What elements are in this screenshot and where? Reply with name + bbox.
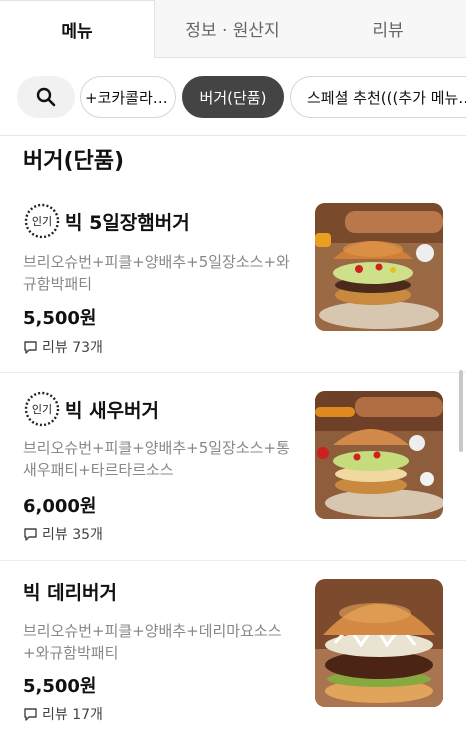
item-review-count[interactable]: 리뷰 17개 <box>23 704 103 724</box>
review-label: 리뷰 73개 <box>42 340 103 356</box>
comment-icon <box>24 340 37 354</box>
item-review-count[interactable]: 리뷰 73개 <box>23 337 103 357</box>
popular-badge-icon: 인기 <box>24 391 60 427</box>
tab-menu[interactable]: 메뉴 <box>0 0 155 58</box>
item-divider <box>0 372 466 373</box>
item-name: 빅 5일장햄버거 <box>65 211 190 234</box>
item-price: 6,000원 <box>23 496 97 517</box>
tab-reviews[interactable]: 리뷰 <box>310 0 466 58</box>
item-name: 빅 데리버거 <box>23 582 118 604</box>
search-button[interactable] <box>17 76 75 118</box>
item-photo[interactable] <box>315 579 443 707</box>
popular-badge-icon: 인기 <box>24 203 60 239</box>
item-photo[interactable] <box>315 203 443 331</box>
chip-cocacola[interactable]: +코카콜라… <box>80 76 176 118</box>
comment-icon <box>24 527 37 541</box>
item-description: 브리오슈번+피클+양배추+5일장소스+와규함박패티 <box>23 253 290 293</box>
search-icon <box>36 87 56 107</box>
item-review-count[interactable]: 리뷰 35개 <box>23 524 103 544</box>
menu-tabs: 메뉴 정보 · 원산지 리뷰 <box>0 0 466 58</box>
item-photo[interactable] <box>315 391 443 519</box>
item-divider <box>0 560 466 561</box>
svg-text:인기: 인기 <box>32 403 52 416</box>
scrollbar[interactable] <box>459 370 463 452</box>
item-description: 브리오슈번+피클+양배추+5일장소스+통새우패티+타르타르소스 <box>23 439 290 479</box>
comment-icon <box>24 707 37 721</box>
section-title: 버거(단품) <box>23 149 125 174</box>
review-label: 리뷰 35개 <box>42 527 103 543</box>
svg-text:인기: 인기 <box>32 215 52 228</box>
item-description: 브리오슈번+피클+양배추+데리마요소스+와규함박패티 <box>23 622 282 662</box>
tab-info-origin[interactable]: 정보 · 원산지 <box>155 0 310 58</box>
chip-special-recommend[interactable]: 스페셜 추천(((추가 메뉴… <box>290 76 466 118</box>
item-price: 5,500원 <box>23 308 97 329</box>
item-price: 5,500원 <box>23 676 97 697</box>
review-label: 리뷰 17개 <box>42 707 103 723</box>
item-name: 빅 새우버거 <box>65 399 160 422</box>
chip-burger-single[interactable]: 버거(단품) <box>182 76 284 118</box>
category-chip-bar: +코카콜라… 버거(단품) 스페셜 추천(((추가 메뉴… <box>0 58 466 136</box>
